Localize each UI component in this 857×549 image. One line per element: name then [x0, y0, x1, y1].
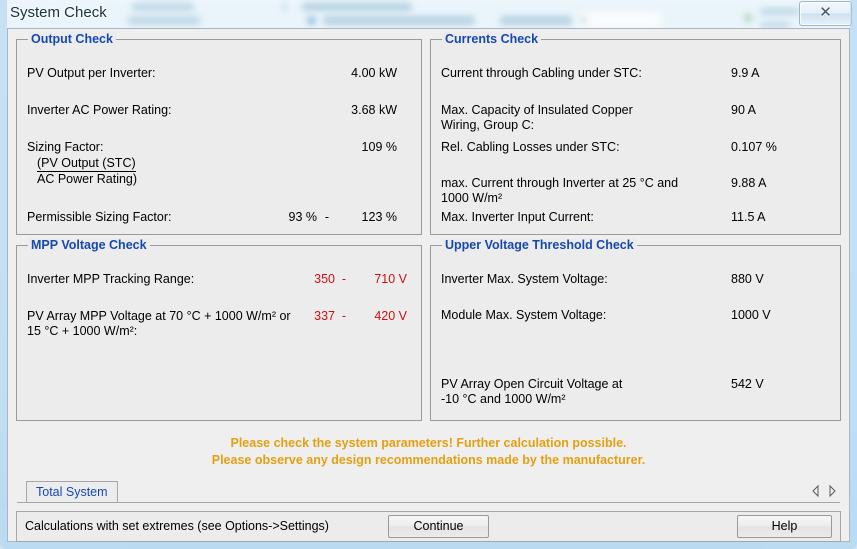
- label-sizing-factor: Sizing Factor:: [27, 140, 104, 154]
- group-currents-check: Currents Check Current through Cabling u…: [430, 32, 841, 235]
- permissible-sizing-factor-min: 93 %: [288, 210, 318, 224]
- warning-line-2: Please observe any design recommendation…: [211, 453, 646, 467]
- tab-strip: Total System: [17, 479, 840, 503]
- group-output-check: Output Check PV Output per Inverter: 4.0…: [16, 32, 422, 235]
- status-text: Calculations with set extremes (see Opti…: [25, 519, 329, 533]
- label-inverter-max-system-voltage: Inverter Max. System Voltage:: [441, 272, 608, 286]
- tab-strip-underline: [17, 502, 840, 503]
- tab-total-system[interactable]: Total System: [26, 481, 118, 502]
- label-max-current-through-inverter-line2: 1000 W/m²: [441, 191, 503, 205]
- close-button[interactable]: ✕: [799, 1, 852, 26]
- warning-line-1: Please check the system parameters! Furt…: [230, 436, 627, 450]
- value-max-current-through-inverter: 9.88 A: [731, 176, 767, 190]
- pv-array-mpp-range-min: 337: [314, 309, 335, 323]
- value-pv-array-open-circuit-voltage: 542 V: [731, 377, 764, 391]
- inverter-mpp-range-min: 350: [314, 272, 335, 286]
- label-current-through-cabling-stc: Current through Cabling under STC:: [441, 66, 642, 80]
- value-module-max-system-voltage: 1000 V: [731, 308, 771, 322]
- tab-scroll-right-icon[interactable]: [825, 484, 838, 498]
- value-inverter-max-system-voltage: 880 V: [731, 272, 764, 286]
- dialog-client-area: Output Check PV Output per Inverter: 4.0…: [7, 28, 850, 542]
- group-mpp-voltage-check: MPP Voltage Check Inverter MPP Tracking …: [16, 238, 422, 421]
- label-inverter-ac-power-rating: Inverter AC Power Rating:: [27, 103, 172, 117]
- inverter-mpp-range-dash: -: [341, 272, 347, 286]
- help-button[interactable]: Help: [737, 515, 832, 538]
- value-max-capacity-copper-wiring: 90 A: [731, 103, 757, 117]
- window-titlebar[interactable]: System Check ✕: [0, 0, 857, 28]
- permissible-sizing-factor-dash: -: [324, 210, 330, 224]
- sizing-factor-numerator: (PV Output (STC): [37, 156, 136, 172]
- value-sizing-factor: 109 %: [361, 140, 397, 154]
- label-pv-array-open-circuit-voltage-line2: -10 °C and 1000 W/m²: [441, 392, 566, 406]
- value-current-through-cabling-stc: 9.9 A: [731, 66, 760, 80]
- continue-button[interactable]: Continue: [388, 515, 489, 538]
- label-pv-array-open-circuit-voltage: PV Array Open Circuit Voltage at: [441, 377, 623, 391]
- value-inverter-ac-power-rating: 3.68 kW: [351, 103, 397, 117]
- pv-array-mpp-range-max: 420 V: [374, 309, 407, 323]
- dialog-footer: Calculations with set extremes (see Opti…: [16, 511, 841, 542]
- sizing-factor-denominator: AC Power Rating): [37, 172, 138, 186]
- inverter-mpp-range-max: 710 V: [374, 272, 407, 286]
- group-upper-voltage-threshold-check: Upper Voltage Threshold Check Inverter M…: [430, 238, 841, 421]
- label-module-max-system-voltage: Module Max. System Voltage:: [441, 308, 607, 322]
- window-title: System Check: [10, 4, 107, 21]
- label-inverter-mpp-tracking-range: Inverter MPP Tracking Range:: [27, 272, 195, 286]
- close-icon: ✕: [819, 5, 832, 21]
- label-max-capacity-copper-wiring-line2: Wiring, Group C:: [441, 118, 535, 132]
- label-max-current-through-inverter: max. Current through Inverter at 25 °C a…: [441, 176, 679, 190]
- label-pv-output-per-inverter: PV Output per Inverter:: [27, 66, 156, 80]
- label-max-inverter-input-current: Max. Inverter Input Current:: [441, 210, 594, 224]
- pv-array-mpp-range-dash: -: [341, 309, 347, 323]
- system-check-window: System Check ✕ Output Check PV Output pe…: [0, 0, 857, 549]
- warning-message: Please check the system parameters! Furt…: [8, 435, 849, 469]
- label-pv-array-mpp-voltage: PV Array MPP Voltage at 70 °C + 1000 W/m…: [27, 309, 291, 323]
- permissible-sizing-factor-max: 123 %: [361, 210, 397, 224]
- value-rel-cabling-losses-stc: 0.107 %: [731, 140, 777, 154]
- tab-scroll-left-icon[interactable]: [810, 484, 823, 498]
- label-pv-array-mpp-voltage-line2: 15 °C + 1000 W/m²:: [27, 324, 138, 338]
- sizing-factor-formula: (PV Output (STC) AC Power Rating): [37, 156, 137, 187]
- value-max-inverter-input-current: 11.5 A: [731, 210, 766, 224]
- label-permissible-sizing-factor: Permissible Sizing Factor:: [27, 210, 172, 224]
- label-max-capacity-copper-wiring: Max. Capacity of Insulated Copper: [441, 103, 633, 117]
- label-rel-cabling-losses-stc: Rel. Cabling Losses under STC:: [441, 140, 620, 154]
- value-pv-output-per-inverter: 4.00 kW: [351, 66, 397, 80]
